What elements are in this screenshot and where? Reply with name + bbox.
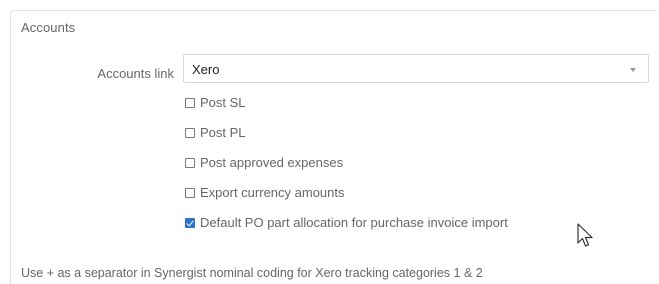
post-approved-expenses-option[interactable]: Post approved expenses — [185, 155, 343, 170]
accounts-link-select[interactable]: Xero — [183, 54, 649, 83]
export-currency-amounts-label: Export currency amounts — [200, 185, 345, 200]
caret-down-icon — [630, 68, 636, 72]
accounts-panel: Accounts Accounts link Xero Post SL Post… — [10, 10, 658, 284]
post-sl-checkbox[interactable] — [185, 97, 195, 108]
export-currency-amounts-checkbox[interactable] — [185, 187, 195, 198]
post-sl-option[interactable]: Post SL — [185, 95, 246, 110]
export-currency-amounts-option[interactable]: Export currency amounts — [185, 185, 345, 200]
separator-note: Use + as a separator in Synergist nomina… — [21, 266, 483, 280]
section-title: Accounts — [21, 20, 76, 35]
default-po-part-allocation-label: Default PO part allocation for purchase … — [200, 215, 508, 230]
default-po-part-allocation-option[interactable]: Default PO part allocation for purchase … — [185, 215, 508, 230]
post-approved-expenses-checkbox[interactable] — [185, 157, 195, 168]
default-po-part-allocation-checkbox[interactable] — [185, 217, 195, 228]
post-pl-checkbox[interactable] — [185, 127, 195, 138]
accounts-link-label: Accounts link — [97, 66, 174, 81]
post-sl-label: Post SL — [200, 95, 246, 110]
mouse-pointer-icon — [577, 223, 593, 247]
post-approved-expenses-label: Post approved expenses — [200, 155, 344, 170]
post-pl-option[interactable]: Post PL — [185, 125, 246, 140]
accounts-link-value: Xero — [192, 62, 220, 77]
post-pl-label: Post PL — [200, 125, 246, 140]
